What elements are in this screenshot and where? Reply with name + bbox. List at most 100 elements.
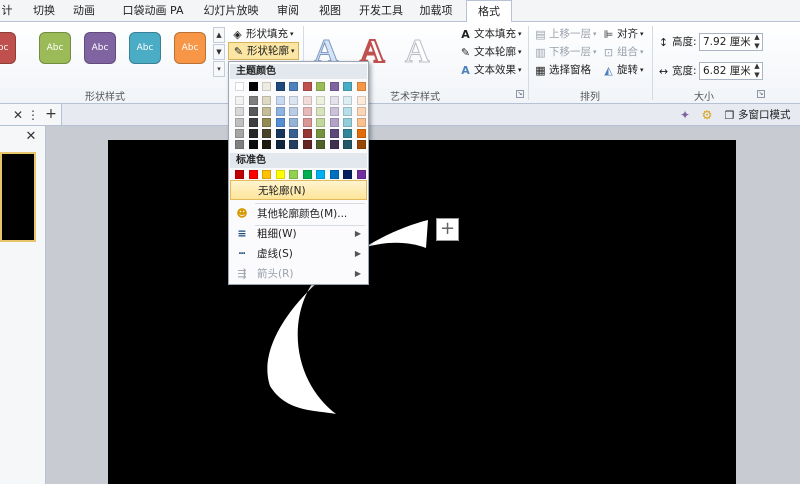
theme-shade-swatch[interactable] — [248, 107, 258, 116]
shape-style-orange[interactable]: Abc — [174, 32, 206, 64]
theme-shade-swatch[interactable] — [356, 96, 366, 105]
shape-style-green[interactable]: Abc — [39, 32, 71, 64]
selection-pane-button[interactable]: ▦ 选择窗格 — [534, 61, 591, 79]
moon-shape[interactable] — [108, 140, 736, 484]
theme-color-swatch[interactable] — [316, 82, 325, 91]
theme-shade-swatch[interactable] — [248, 118, 258, 127]
theme-shade-swatch[interactable] — [235, 96, 244, 105]
theme-shade-swatch[interactable] — [248, 140, 258, 149]
tab-transitions[interactable]: 切换 — [26, 0, 62, 22]
theme-shade-swatch[interactable] — [289, 140, 298, 149]
theme-shade-swatch[interactable] — [235, 107, 244, 116]
no-outline-item[interactable]: 无轮廓(N) — [230, 180, 367, 200]
theme-shade-swatch[interactable] — [316, 96, 325, 105]
theme-color-swatch[interactable] — [262, 82, 271, 91]
theme-shade-swatch[interactable] — [289, 118, 298, 127]
size-dialog-launcher[interactable]: ↘ — [757, 90, 765, 98]
theme-shade-swatch[interactable] — [235, 118, 244, 127]
shape-outline-button[interactable]: ✎ 形状轮廓 ▾ — [228, 42, 299, 60]
slide-canvas[interactable] — [108, 140, 736, 484]
standard-color-swatch[interactable] — [343, 170, 352, 179]
theme-shade-swatch[interactable] — [235, 140, 244, 149]
theme-shade-swatch[interactable] — [356, 140, 366, 149]
theme-shade-swatch[interactable] — [343, 118, 352, 127]
theme-shade-swatch[interactable] — [329, 96, 339, 105]
bring-forward-button[interactable]: ▤ 上移一层 ▾ — [534, 25, 596, 43]
arrows-item[interactable]: ⇶ 箭头(R) ▶ — [230, 264, 367, 284]
theme-shade-swatch[interactable] — [275, 129, 285, 138]
close-pane-icon[interactable]: ✕ — [24, 128, 38, 146]
theme-shade-swatch[interactable] — [302, 140, 312, 149]
tab-design[interactable]: 计 — [0, 0, 16, 22]
more-outline-colors-item[interactable]: ☻ 其他轮廓颜色(M)... — [230, 204, 367, 224]
theme-shade-swatch[interactable] — [343, 107, 352, 116]
tab-animations[interactable]: 动画 — [66, 0, 102, 22]
standard-color-swatch[interactable] — [302, 170, 312, 179]
theme-shade-swatch[interactable] — [275, 96, 285, 105]
gallery-scroll-down[interactable]: ▼ — [213, 44, 225, 60]
width-spinner[interactable]: ▲ ▼ — [752, 62, 762, 80]
tab-review[interactable]: 审阅 — [270, 0, 306, 22]
standard-color-swatch[interactable] — [289, 170, 298, 179]
theme-shade-swatch[interactable] — [329, 107, 339, 116]
theme-shade-swatch[interactable] — [302, 118, 312, 127]
multi-window-button[interactable]: ❐ 多窗口模式 — [723, 106, 791, 124]
shape-style-purple[interactable]: Abc — [84, 32, 116, 64]
theme-color-swatch[interactable] — [289, 82, 298, 91]
theme-shade-swatch[interactable] — [343, 96, 352, 105]
tab-format[interactable]: 格式 — [466, 0, 512, 23]
text-fill-button[interactable]: A 文本填充 ▾ — [459, 25, 521, 43]
theme-shade-swatch[interactable] — [289, 129, 298, 138]
theme-shade-swatch[interactable] — [289, 96, 298, 105]
theme-shade-swatch[interactable] — [329, 140, 339, 149]
theme-shade-swatch[interactable] — [302, 129, 312, 138]
dashes-item[interactable]: ┅ 虚线(S) ▶ — [230, 244, 367, 264]
theme-shade-swatch[interactable] — [356, 129, 366, 138]
standard-color-swatch[interactable] — [262, 170, 271, 179]
gear-icon[interactable]: ⚙ — [699, 106, 715, 124]
magic-wand-icon[interactable]: ✦ — [677, 106, 693, 124]
theme-shade-swatch[interactable] — [316, 140, 325, 149]
text-effects-button[interactable]: A 文本效果 ▾ — [459, 61, 521, 79]
gallery-scroll-up[interactable]: ▲ — [213, 27, 225, 43]
standard-color-swatch[interactable] — [316, 170, 325, 179]
theme-color-swatch[interactable] — [248, 82, 258, 91]
group-button[interactable]: ⊡ 组合 ▾ — [602, 43, 644, 61]
theme-shade-swatch[interactable] — [302, 96, 312, 105]
tab-developer[interactable]: 开发工具 — [356, 0, 406, 22]
theme-shade-swatch[interactable] — [262, 107, 271, 116]
theme-shade-swatch[interactable] — [316, 107, 325, 116]
align-button[interactable]: ⊫ 对齐 ▾ — [602, 25, 644, 43]
add-tab-icon[interactable]: + — [44, 105, 58, 123]
tab-addins[interactable]: 加载项 — [414, 0, 458, 22]
theme-shade-swatch[interactable] — [316, 129, 325, 138]
theme-shade-swatch[interactable] — [262, 140, 271, 149]
theme-shade-swatch[interactable] — [343, 140, 352, 149]
send-backward-button[interactable]: ▥ 下移一层 ▾ — [534, 43, 596, 61]
theme-shade-swatch[interactable] — [248, 129, 258, 138]
shape-style-red[interactable]: Abc — [0, 32, 16, 64]
shape-style-blue[interactable]: Abc — [129, 32, 161, 64]
theme-color-swatch[interactable] — [275, 82, 285, 91]
wordart-style-gray[interactable]: A — [405, 32, 431, 72]
tab-view[interactable]: 视图 — [312, 0, 348, 22]
weight-item[interactable]: ≡ 粗细(W) ▶ — [230, 224, 367, 244]
standard-color-swatch[interactable] — [248, 170, 258, 179]
theme-shade-swatch[interactable] — [262, 96, 271, 105]
text-outline-button[interactable]: ✎ 文本轮廓 ▾ — [459, 43, 522, 61]
theme-shade-swatch[interactable] — [289, 107, 298, 116]
theme-color-swatch[interactable] — [235, 82, 244, 91]
theme-shade-swatch[interactable] — [356, 107, 366, 116]
theme-color-swatch[interactable] — [302, 82, 312, 91]
theme-shade-swatch[interactable] — [316, 118, 325, 127]
rotate-button[interactable]: ◭ 旋转 ▾ — [602, 61, 643, 79]
more-icon[interactable]: ⋮ — [27, 106, 39, 124]
gallery-more[interactable]: ▾ — [213, 61, 225, 77]
standard-color-swatch[interactable] — [356, 170, 366, 179]
theme-shade-swatch[interactable] — [356, 118, 366, 127]
standard-color-swatch[interactable] — [275, 170, 285, 179]
theme-shade-swatch[interactable] — [329, 129, 339, 138]
theme-shade-swatch[interactable] — [248, 96, 258, 105]
theme-color-swatch[interactable] — [343, 82, 352, 91]
tab-slideshow[interactable]: 幻灯片放映 — [198, 0, 264, 22]
